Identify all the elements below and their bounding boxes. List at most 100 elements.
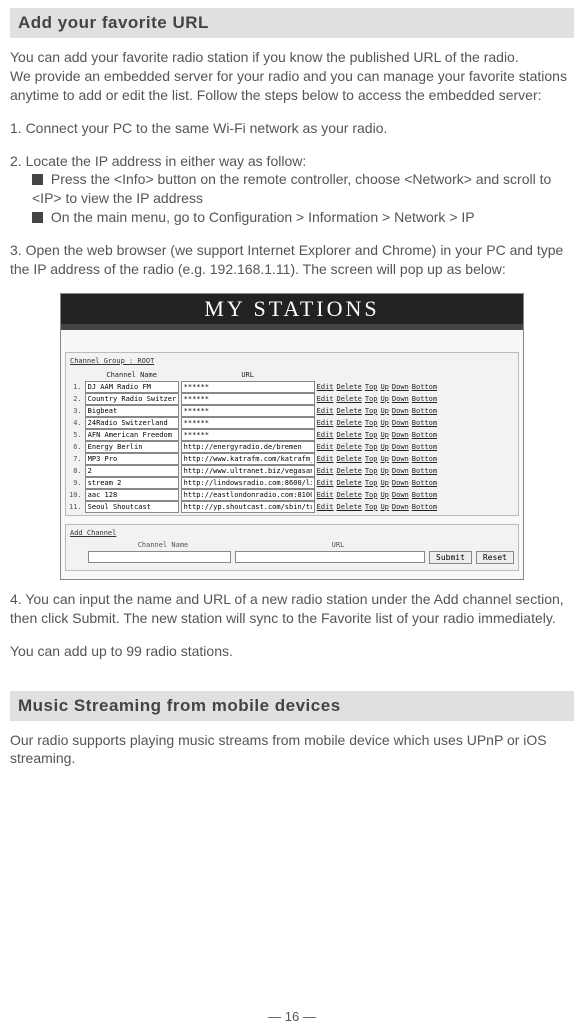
up-link[interactable]: Up [380, 383, 388, 391]
top-link[interactable]: Top [365, 455, 378, 463]
delete-link[interactable]: Delete [337, 383, 362, 391]
delete-link[interactable]: Delete [337, 407, 362, 415]
up-link[interactable]: Up [380, 491, 388, 499]
delete-link[interactable]: Delete [337, 419, 362, 427]
down-link[interactable]: Down [392, 503, 409, 511]
table-row: 6.EditDeleteTopUpDownBottom [68, 441, 516, 453]
bottom-link[interactable]: Bottom [412, 431, 437, 439]
down-link[interactable]: Down [392, 455, 409, 463]
delete-link[interactable]: Delete [337, 503, 362, 511]
channel-name-input[interactable] [85, 441, 179, 453]
edit-link[interactable]: Edit [317, 407, 334, 415]
down-link[interactable]: Down [392, 383, 409, 391]
channel-name-input[interactable] [85, 417, 179, 429]
channel-url-input[interactable] [181, 441, 315, 453]
edit-link[interactable]: Edit [317, 479, 334, 487]
up-link[interactable]: Up [380, 503, 388, 511]
channel-name-input[interactable] [85, 429, 179, 441]
delete-link[interactable]: Delete [337, 455, 362, 463]
channel-url-input[interactable] [181, 381, 315, 393]
bottom-link[interactable]: Bottom [412, 443, 437, 451]
table-row: 10.EditDeleteTopUpDownBottom [68, 489, 516, 501]
up-link[interactable]: Up [380, 467, 388, 475]
edit-link[interactable]: Edit [317, 419, 334, 427]
up-link[interactable]: Up [380, 395, 388, 403]
top-link[interactable]: Top [365, 431, 378, 439]
delete-link[interactable]: Delete [337, 479, 362, 487]
edit-link[interactable]: Edit [317, 455, 334, 463]
channel-url-input[interactable] [181, 429, 315, 441]
bottom-link[interactable]: Bottom [412, 479, 437, 487]
channel-url-input[interactable] [181, 453, 315, 465]
add-name-input[interactable] [88, 551, 231, 563]
down-link[interactable]: Down [392, 407, 409, 415]
add-url-input[interactable] [235, 551, 425, 563]
bottom-link[interactable]: Bottom [412, 467, 437, 475]
channel-url-input[interactable] [181, 465, 315, 477]
up-link[interactable]: Up [380, 479, 388, 487]
edit-link[interactable]: Edit [317, 467, 334, 475]
top-link[interactable]: Top [365, 443, 378, 451]
delete-link[interactable]: Delete [337, 395, 362, 403]
delete-link[interactable]: Delete [337, 491, 362, 499]
down-link[interactable]: Down [392, 419, 409, 427]
down-link[interactable]: Down [392, 467, 409, 475]
bottom-link[interactable]: Bottom [412, 455, 437, 463]
channel-url-input[interactable] [181, 417, 315, 429]
top-link[interactable]: Top [365, 503, 378, 511]
up-link[interactable]: Up [380, 419, 388, 427]
channel-name-input[interactable] [85, 465, 179, 477]
down-link[interactable]: Down [392, 479, 409, 487]
channel-name-input[interactable] [85, 381, 179, 393]
channel-name-input[interactable] [85, 501, 179, 513]
edit-link[interactable]: Edit [317, 443, 334, 451]
channel-name-input[interactable] [85, 489, 179, 501]
channel-url-input[interactable] [181, 405, 315, 417]
edit-link[interactable]: Edit [317, 395, 334, 403]
down-link[interactable]: Down [392, 443, 409, 451]
top-link[interactable]: Top [365, 467, 378, 475]
up-link[interactable]: Up [380, 431, 388, 439]
top-link[interactable]: Top [365, 479, 378, 487]
up-link[interactable]: Up [380, 407, 388, 415]
channel-name-input[interactable] [85, 453, 179, 465]
edit-link[interactable]: Edit [317, 383, 334, 391]
channel-url-input[interactable] [181, 477, 315, 489]
delete-link[interactable]: Delete [337, 431, 362, 439]
down-link[interactable]: Down [392, 431, 409, 439]
up-link[interactable]: Up [380, 443, 388, 451]
bottom-link[interactable]: Bottom [412, 503, 437, 511]
row-actions: EditDeleteTopUp DownBottom [316, 393, 516, 405]
square-bullet-icon [32, 212, 43, 223]
channel-name-input[interactable] [85, 477, 179, 489]
delete-link[interactable]: Delete [337, 467, 362, 475]
top-link[interactable]: Top [365, 383, 378, 391]
channel-url-input[interactable] [181, 489, 315, 501]
channel-name-input[interactable] [85, 393, 179, 405]
delete-link[interactable]: Delete [337, 443, 362, 451]
bottom-link[interactable]: Bottom [412, 419, 437, 427]
intro-line-1: You can add your favorite radio station … [10, 49, 519, 65]
down-link[interactable]: Down [392, 395, 409, 403]
row-actions: EditDeleteTopUp DownBottom [316, 489, 516, 501]
reset-button[interactable]: Reset [476, 551, 514, 564]
bottom-link[interactable]: Bottom [412, 491, 437, 499]
channel-url-input[interactable] [181, 501, 315, 513]
top-link[interactable]: Top [365, 407, 378, 415]
top-link[interactable]: Top [365, 395, 378, 403]
bottom-link[interactable]: Bottom [412, 395, 437, 403]
top-link[interactable]: Top [365, 419, 378, 427]
embedded-server-screenshot: MY STATIONS Channel Group : ROOT Channel… [60, 293, 524, 580]
bottom-link[interactable]: Bottom [412, 383, 437, 391]
submit-button[interactable]: Submit [429, 551, 472, 564]
step-3-text: 3. Open the web browser (we support Inte… [10, 242, 563, 277]
edit-link[interactable]: Edit [317, 491, 334, 499]
top-link[interactable]: Top [365, 491, 378, 499]
channel-url-input[interactable] [181, 393, 315, 405]
channel-name-input[interactable] [85, 405, 179, 417]
edit-link[interactable]: Edit [317, 431, 334, 439]
edit-link[interactable]: Edit [317, 503, 334, 511]
down-link[interactable]: Down [392, 491, 409, 499]
up-link[interactable]: Up [380, 455, 388, 463]
bottom-link[interactable]: Bottom [412, 407, 437, 415]
